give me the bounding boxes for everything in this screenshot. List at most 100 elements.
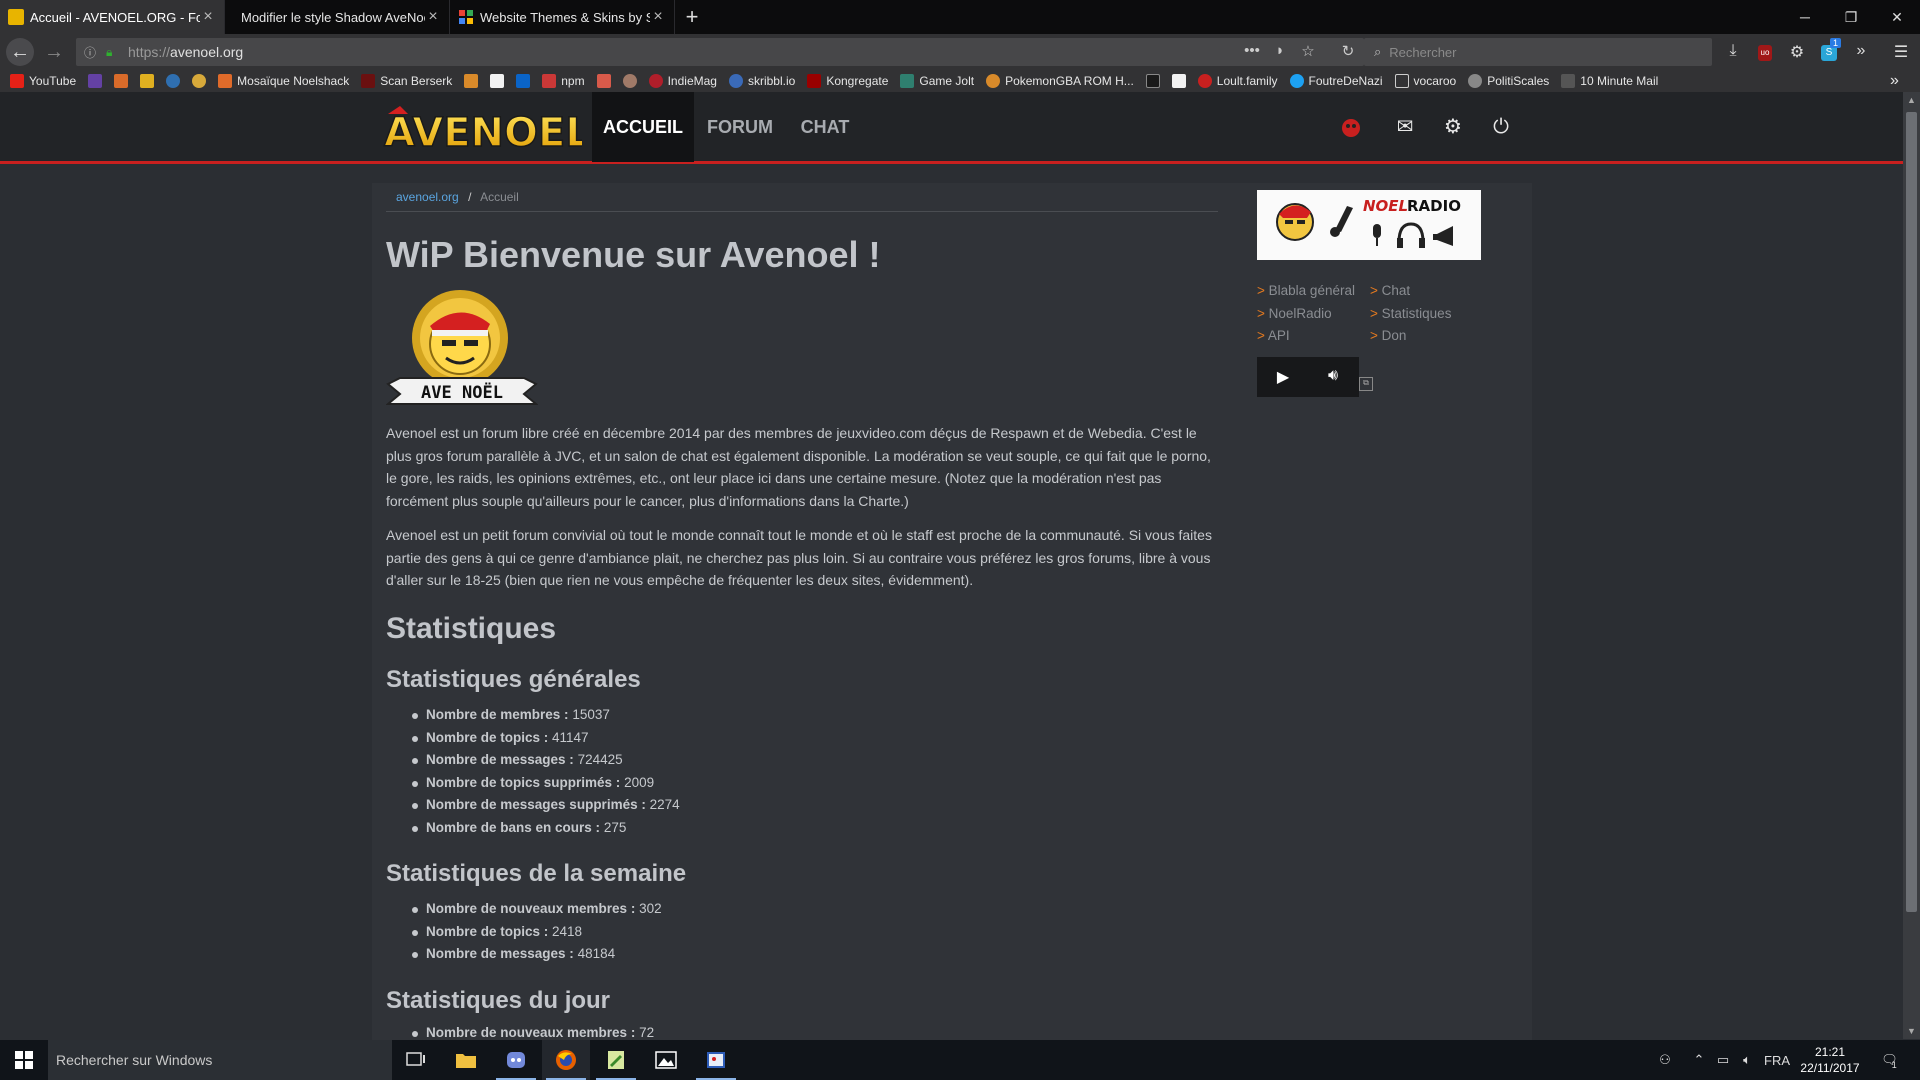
url-bar[interactable]: ⓘ 🔒︎ https://avenoel.org ••• ◗ ☆ ↻ — [76, 38, 1364, 66]
network-icon[interactable]: ▭ — [1712, 1040, 1734, 1080]
bookmark-pokemongba[interactable]: PokemonGBA ROM H... — [986, 74, 1134, 88]
bookmark-label: npm — [561, 74, 585, 88]
bookmark-star-icon[interactable]: ☆ — [1298, 42, 1318, 62]
close-window-icon[interactable]: ✕ — [1874, 0, 1920, 34]
close-tab-icon[interactable]: × — [200, 8, 216, 26]
back-icon[interactable]: ← — [6, 38, 34, 66]
bookmark-kongregate[interactable]: Kongregate — [807, 74, 888, 88]
bookmark-eye[interactable] — [1145, 74, 1160, 88]
scroll-down-icon[interactable]: ▼ — [1903, 1023, 1920, 1039]
a-icon — [490, 74, 505, 88]
bookmark-a[interactable] — [490, 74, 505, 88]
ublock-icon[interactable]: uo — [1754, 42, 1776, 62]
nav-forum[interactable]: FORUM — [698, 92, 782, 162]
nav-accueil[interactable]: ACCUEIL — [592, 92, 694, 162]
bookmark-twitch[interactable] — [88, 74, 103, 88]
bookmark-loult[interactable]: Loult.family — [1197, 74, 1278, 88]
hamburger-menu-icon[interactable]: ☰ — [1890, 42, 1912, 62]
people-icon[interactable]: ⚇ — [1652, 1040, 1678, 1080]
windows-search-input[interactable]: Rechercher sur Windows — [48, 1040, 392, 1080]
discord-icon[interactable] — [492, 1040, 540, 1080]
sidebar-link-noelradio[interactable]: > NoelRadio — [1257, 306, 1332, 321]
scrollbar-thumb[interactable] — [1906, 112, 1917, 912]
tab-stylish[interactable]: Website Themes & Skins by Stylish × — [450, 0, 675, 34]
minimize-icon[interactable]: ─ — [1782, 0, 1828, 34]
download-icon[interactable]: ⤓ — [1722, 42, 1744, 62]
ogame-icon — [114, 74, 129, 88]
bookmark-10minutemail[interactable]: 10 Minute Mail — [1561, 74, 1658, 88]
user-avatar-icon[interactable] — [1338, 114, 1364, 140]
info-icon[interactable]: ⓘ — [84, 44, 96, 61]
file-explorer-icon[interactable] — [442, 1040, 490, 1080]
tray-chevron-icon[interactable]: ⌃ — [1690, 1040, 1708, 1080]
volume-icon[interactable]: 🔊︎ — [1323, 367, 1343, 387]
bookmark-gamejolt[interactable]: Game Jolt — [900, 74, 974, 88]
speaker-icon[interactable]: 🔈︎ — [1736, 1040, 1758, 1080]
stylish-extension-icon[interactable]: S1 — [1818, 38, 1842, 62]
noelradio-banner[interactable]: NOEL RADIO — [1257, 190, 1481, 260]
sidebar-link-statistiques[interactable]: > Statistiques — [1370, 306, 1451, 321]
close-tab-icon[interactable]: × — [650, 8, 666, 26]
pocket-icon[interactable]: ◗ — [1270, 42, 1290, 62]
paint-icon[interactable] — [692, 1040, 740, 1080]
restore-icon[interactable]: ❐ — [1828, 0, 1874, 34]
clock[interactable]: 21:21 22/11/2017 — [1790, 1044, 1870, 1076]
task-view-icon[interactable] — [392, 1040, 440, 1080]
windows-start-icon[interactable] — [0, 1040, 48, 1080]
play-icon[interactable]: ▶ — [1273, 367, 1293, 387]
forward-icon[interactable]: → — [40, 38, 68, 66]
sidebar-link-api[interactable]: > API — [1257, 328, 1290, 343]
language-indicator[interactable]: FRA — [1762, 1040, 1792, 1080]
bookmark-sword[interactable] — [464, 74, 479, 88]
bookmark-npm[interactable]: npm — [542, 74, 585, 88]
bookmark-politiscales[interactable]: PolitiScales — [1468, 74, 1549, 88]
power-icon[interactable]: ⏻ — [1488, 114, 1514, 140]
firefox-icon[interactable] — [542, 1040, 590, 1080]
popout-icon[interactable]: ⧉ — [1359, 377, 1373, 391]
breadcrumb-home-link[interactable]: avenoel.org — [396, 190, 459, 204]
overflow-chevron-icon[interactable]: » — [1850, 42, 1872, 62]
breadcrumb: avenoel.org / Accueil — [396, 190, 519, 204]
notepad-plus-icon[interactable] — [592, 1040, 640, 1080]
outlook-icon — [516, 74, 531, 88]
page-title: WiP Bienvenue sur Avenoel ! — [386, 234, 881, 275]
bookmark-youtube[interactable]: YouTube — [10, 74, 76, 88]
extension-gear-icon[interactable]: ⚙ — [1786, 42, 1808, 62]
search-icon: ⌕ — [1374, 44, 1382, 59]
page-scrollbar[interactable]: ▲ ▼ — [1903, 92, 1920, 1039]
bookmark-foutredenazi[interactable]: FoutreDeNazi — [1289, 74, 1383, 88]
browser-search-input[interactable]: ⌕ Rechercher — [1364, 38, 1712, 66]
sidebar-link-don[interactable]: > Don — [1370, 328, 1406, 343]
tab-avenoel[interactable]: Accueil - AVENOEL.ORG - Forum × — [0, 0, 225, 34]
bookmark-doc[interactable] — [596, 74, 611, 88]
bookmark-indiemag[interactable]: IndieMag — [648, 74, 717, 88]
bookmark-cloud[interactable] — [166, 74, 181, 88]
bookmark-avatar[interactable] — [192, 74, 207, 88]
bookmark-noelshack[interactable]: Mosaïque Noelshack — [218, 74, 349, 88]
bookmark-h[interactable] — [140, 74, 155, 88]
mail-icon[interactable]: ✉ — [1392, 114, 1418, 140]
tab-modifier-style[interactable]: Modifier le style Shadow AveNoël × — [225, 0, 450, 34]
bookmarks-overflow-icon[interactable]: » — [1890, 72, 1899, 90]
list-item: Nombre de topics : 2418 — [412, 921, 662, 944]
photos-icon[interactable] — [642, 1040, 690, 1080]
bookmark-skribbl[interactable]: skribbl.io — [728, 74, 795, 88]
notification-center-icon[interactable]: 🗨︎ 1 — [1872, 1040, 1906, 1080]
nav-chat[interactable]: CHAT — [790, 92, 860, 162]
reload-icon[interactable]: ↻ — [1338, 42, 1358, 62]
bookmark-face[interactable] — [622, 74, 637, 88]
bookmark-blank[interactable] — [1171, 74, 1186, 88]
close-tab-icon[interactable]: × — [425, 8, 441, 26]
avenoel-logo[interactable]: AVENOEL — [382, 104, 592, 157]
bookmark-outlook[interactable] — [516, 74, 531, 88]
bookmark-vocaroo[interactable]: vocaroo — [1394, 74, 1456, 88]
scroll-up-icon[interactable]: ▲ — [1903, 92, 1920, 108]
bookmark-ogame[interactable] — [114, 74, 129, 88]
settings-gear-icon[interactable]: ⚙ — [1440, 114, 1466, 140]
page-actions-icon[interactable]: ••• — [1242, 42, 1262, 62]
bookmark-berserk[interactable]: Scan Berserk — [361, 74, 452, 88]
sidebar-link-blabla[interactable]: > Blabla général — [1257, 283, 1355, 298]
sidebar-link-chat[interactable]: > Chat — [1370, 283, 1410, 298]
radio-radio-text: RADIO — [1407, 197, 1461, 215]
new-tab-icon[interactable]: + — [675, 0, 709, 34]
